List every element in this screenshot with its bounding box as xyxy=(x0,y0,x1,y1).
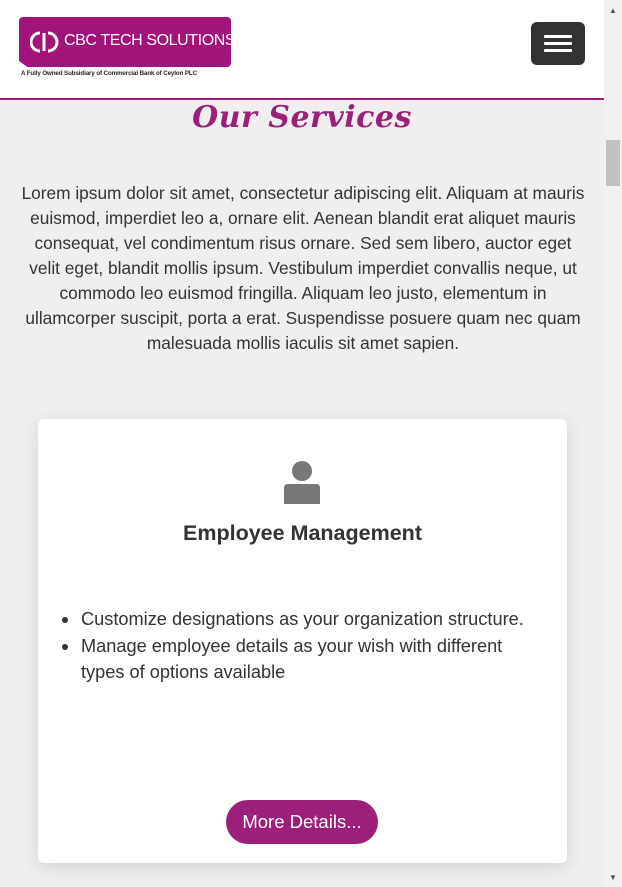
user-icon xyxy=(284,461,320,504)
menu-toggle-button[interactable] xyxy=(531,22,585,65)
logo-badge: CBC TECH SOLUTIONS xyxy=(19,17,231,67)
service-card: Employee Management Customize designatio… xyxy=(38,419,567,863)
section-title: Our Services xyxy=(192,100,412,135)
site-header: CBC TECH SOLUTIONS A Fully Owned Subsidi… xyxy=(0,0,604,100)
scroll-up-arrow-icon[interactable]: ▲ xyxy=(604,1,622,19)
intro-paragraph: Lorem ipsum dolor sit amet, consectetur … xyxy=(21,183,585,353)
logo-mark-icon xyxy=(30,31,59,53)
scrollbar-thumb[interactable] xyxy=(606,140,620,186)
bullet-icon xyxy=(62,617,68,623)
list-item: Customize designations as your organizat… xyxy=(62,606,541,633)
company-logo[interactable]: CBC TECH SOLUTIONS A Fully Owned Subsidi… xyxy=(19,17,231,79)
feature-list: Customize designations as your organizat… xyxy=(62,606,541,686)
card-title: Employee Management xyxy=(183,521,422,545)
feature-text: Manage employee details as your wish wit… xyxy=(81,635,503,683)
scroll-down-arrow-icon[interactable]: ▼ xyxy=(604,868,622,886)
logo-tagline: A Fully Owned Subsidiary of Commercial B… xyxy=(21,70,197,77)
list-item: Manage employee details as your wish wit… xyxy=(62,633,541,686)
page-scrollbar[interactable]: ▲ ▼ xyxy=(604,0,622,887)
bullet-icon xyxy=(62,643,68,650)
more-details-button[interactable]: More Details... xyxy=(226,800,378,844)
logo-name: CBC TECH SOLUTIONS xyxy=(64,32,236,49)
feature-text: Customize designations as your organizat… xyxy=(81,609,524,629)
